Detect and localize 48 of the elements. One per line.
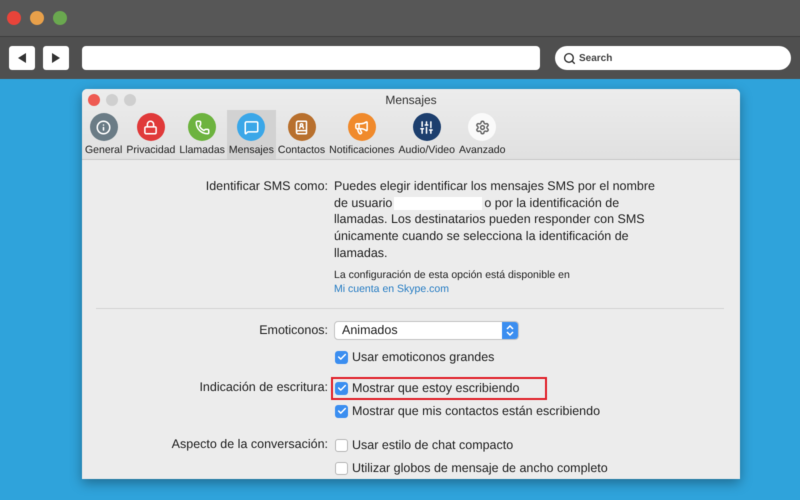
preferences-tab[interactable]: Privacidad	[124, 110, 178, 159]
preferences-tab[interactable]: Notificaciones	[327, 110, 397, 159]
checkbox-label: Usar emoticonos grandes	[352, 350, 494, 364]
checkbox[interactable]	[335, 462, 348, 475]
zoom-button[interactable]	[53, 11, 67, 25]
sms-description: Puedes elegir identificar los mensajes SMS por el nombre de usuario o por la identificación de llamadas. Los destinatarios pueden responder con SMS únicamente cuando se selecciona la identificación de llamadas.	[334, 178, 656, 262]
checkbox[interactable]	[335, 382, 348, 395]
account-link[interactable]: Mi cuenta en Skype.com	[334, 282, 449, 295]
lock-icon	[136, 113, 165, 141]
setting-label: Emoticonos:	[258, 322, 328, 339]
emoticons-select[interactable]: Animados	[334, 320, 519, 340]
minimize-button[interactable]	[30, 11, 44, 25]
search-field[interactable]: Search	[555, 46, 791, 70]
settings-icon	[468, 113, 496, 141]
checkbox[interactable]	[335, 404, 348, 418]
checkbox[interactable]	[335, 438, 348, 452]
search-input[interactable]: Search	[579, 52, 759, 64]
window-title: Mensajes	[385, 93, 437, 107]
preferences-tab[interactable]: Audio/Video	[396, 110, 457, 159]
forward-icon	[50, 52, 62, 64]
preferences-tab[interactable]: Mensajes	[226, 110, 276, 159]
checkbox-label: Mostrar que mis contactos están escribiendo	[352, 404, 600, 418]
back-icon	[16, 52, 28, 64]
close-button[interactable]	[88, 94, 100, 106]
address-field[interactable]	[82, 46, 540, 70]
sliders-icon	[412, 113, 441, 141]
info-icon	[90, 113, 118, 141]
checkbox-label: Usar estilo de chat compacto	[352, 438, 514, 452]
checkbox-label: Utilizar globos de mensaje de ancho completo	[352, 461, 608, 476]
search-icon	[563, 52, 576, 64]
sms-note: La configuración de esta opción está disponible en Mi cuenta en Skype.com	[334, 268, 571, 296]
megaphone-icon	[348, 113, 376, 141]
checkbox[interactable]	[335, 350, 348, 364]
stepper-icon	[502, 322, 518, 339]
preferences-tab[interactable]: General	[83, 110, 124, 159]
preferences-tab[interactable]: Llamadas	[177, 110, 227, 159]
preferences-tab[interactable]: Contactos	[276, 110, 328, 159]
back-button[interactable]	[9, 46, 35, 70]
setting-label: Indicación de escritura:	[198, 378, 328, 396]
setting-label: Identificar SMS como:	[204, 178, 328, 195]
checkbox-label: Mostrar que estoy escribiendo	[352, 381, 520, 396]
setting-label: Aspecto de la conversación:	[170, 436, 328, 453]
close-button[interactable]	[7, 11, 21, 25]
chat-bubble-icon	[237, 113, 266, 141]
preferences-tab[interactable]: Avanzado	[456, 110, 508, 159]
address-book-icon	[288, 113, 316, 141]
forward-button[interactable]	[43, 46, 69, 70]
phone-icon	[188, 113, 216, 141]
